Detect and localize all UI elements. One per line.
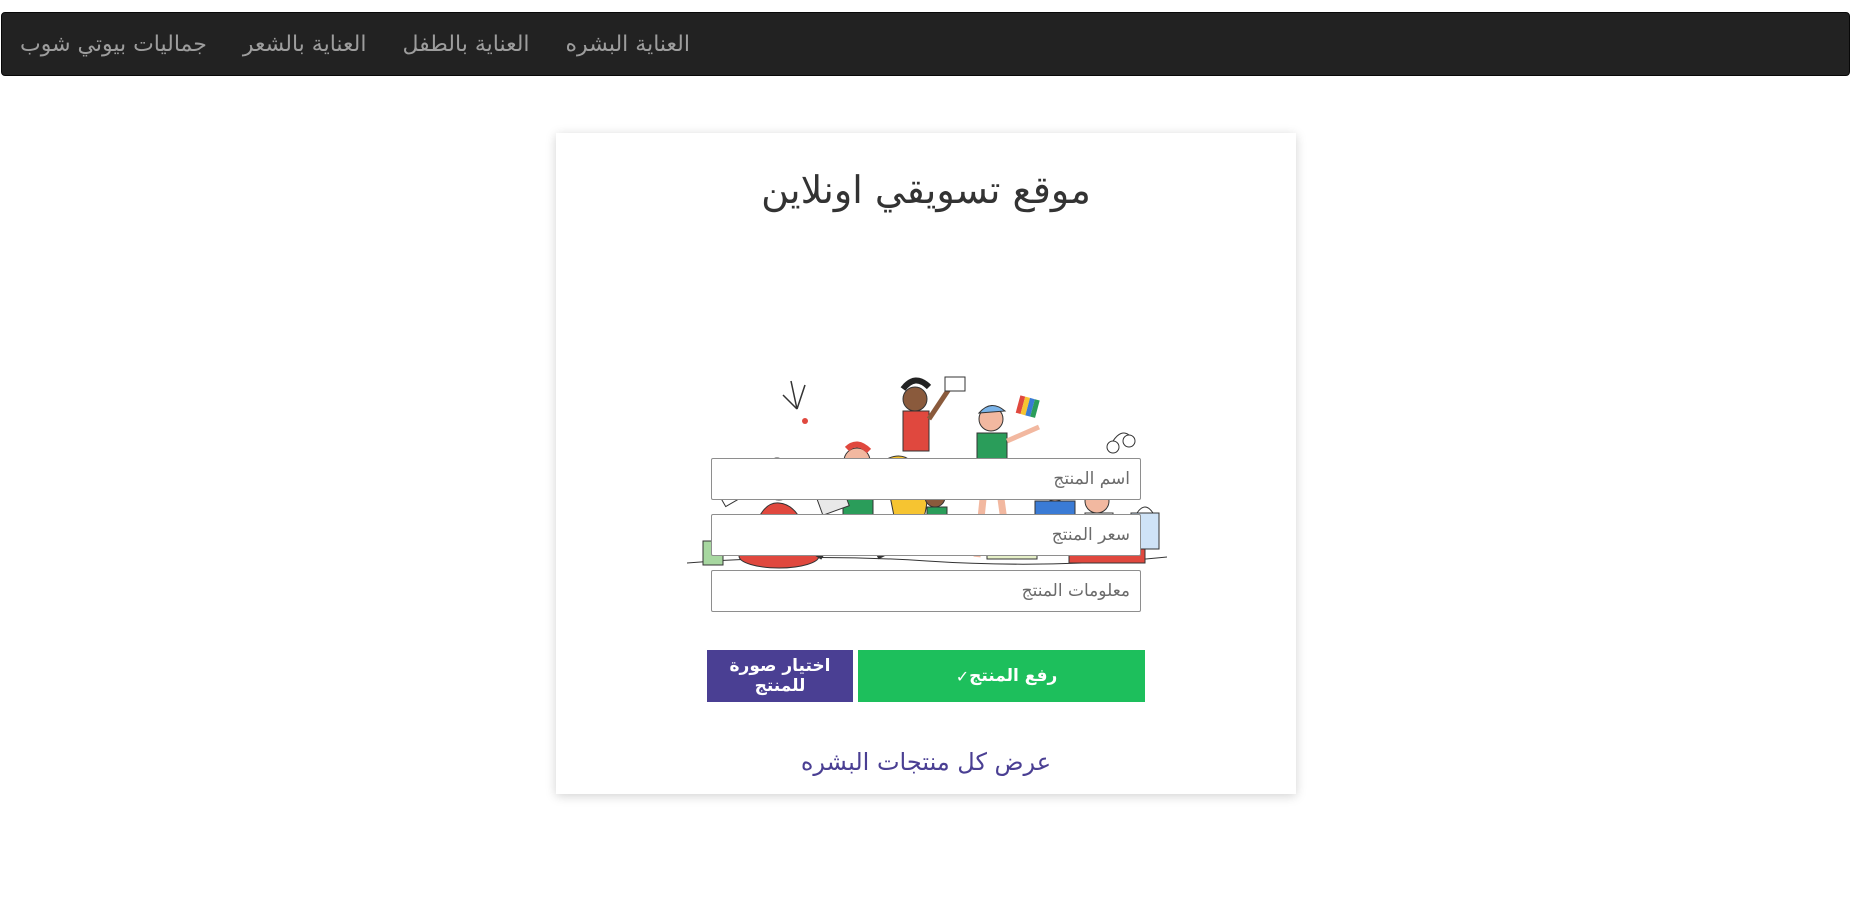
nav-item-hair-care[interactable]: العناية بالشعر: [243, 32, 367, 57]
choose-image-button[interactable]: اختيار صورة للمنتج: [707, 650, 853, 702]
product-upload-card: موقع تسويقي اونلاين اسم المنتج سعر المنت…: [556, 133, 1296, 794]
product-price-input[interactable]: [711, 514, 1141, 556]
product-info-input[interactable]: [711, 570, 1141, 612]
view-all-skin-products-link[interactable]: عرض كل منتجات البشره: [556, 748, 1296, 776]
nav-item-skin-care[interactable]: العناية البشره: [566, 32, 690, 57]
nav-brand[interactable]: جماليات بيوتي شوب: [20, 32, 207, 57]
product-name-input[interactable]: [711, 458, 1141, 500]
upload-product-button[interactable]: رفع المنتج ✓: [858, 650, 1145, 702]
check-icon: ✓: [955, 666, 970, 686]
upload-label: رفع المنتج: [969, 666, 1058, 686]
page-title: موقع تسويقي اونلاين: [761, 168, 1091, 212]
choose-image-label: اختيار صورة للمنتج: [729, 656, 831, 696]
top-navbar: جماليات بيوتي شوب العناية بالشعر العناية…: [1, 12, 1850, 76]
nav-item-baby-care[interactable]: العناية بالطفل: [402, 32, 529, 57]
